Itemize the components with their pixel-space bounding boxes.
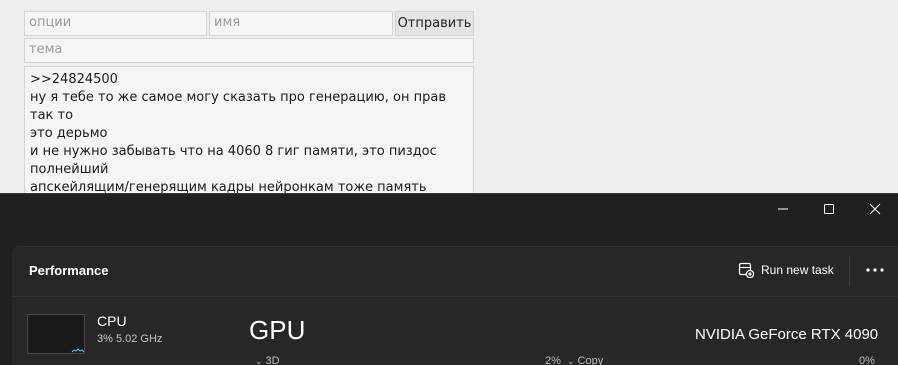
gpu-heading: GPU [249,315,306,345]
run-task-icon [738,262,754,278]
window-controls [760,194,898,224]
submit-button[interactable]: Отправить [395,11,474,36]
cpu-usage-sparkline [71,348,85,353]
close-button[interactable] [852,194,898,224]
gpu-model-name: NVIDIA GeForce RTX 4090 [695,326,879,343]
more-icon [866,268,884,272]
minimize-button[interactable] [760,194,806,224]
toolbar-divider [849,256,850,286]
cpu-stats: 3% 5.02 GHz [97,333,163,345]
close-icon [869,203,881,215]
minimize-icon [778,208,788,210]
maximize-button[interactable] [806,194,852,224]
message-textarea[interactable]: >>24824500 ну я тебе то же самое могу ск… [24,66,474,195]
name-field[interactable]: имя [209,11,393,36]
cpu-usage-graph[interactable] [27,314,85,354]
page-title: Performance [29,263,109,278]
post-form: опции имя Отправить тема >>24824500 ну я… [0,0,898,195]
run-new-task-label: Run new task [761,263,834,277]
options-field[interactable]: опции [24,11,207,36]
task-manager-window: Performance Run new task CPU 3% 5.02 GHz… [0,193,898,365]
performance-panel: Performance Run new task CPU 3% 5.02 GHz… [12,246,898,365]
cpu-label[interactable]: CPU [97,313,127,329]
subject-field[interactable]: тема [24,38,474,63]
run-new-task-button[interactable]: Run new task [738,262,834,278]
more-options-button[interactable] [864,262,886,278]
header-divider [12,296,898,297]
maximize-icon [824,204,834,214]
